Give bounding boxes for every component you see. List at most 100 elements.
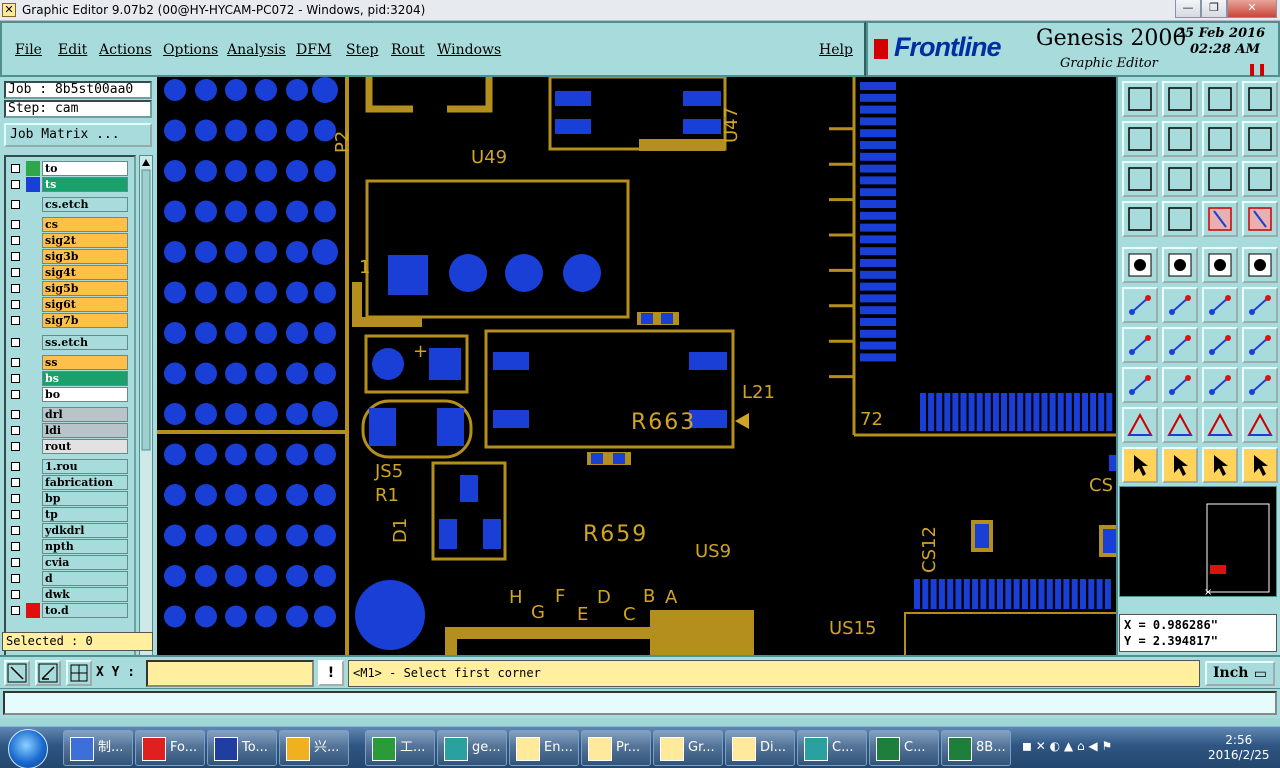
measure-icon[interactable]	[35, 660, 61, 686]
layer-name[interactable]: cvia	[42, 555, 128, 570]
layer-name[interactable]: to	[42, 161, 128, 176]
layer-color-swatch[interactable]	[26, 459, 40, 474]
layer-row[interactable]: ts	[8, 177, 128, 192]
layer-name[interactable]: drl	[42, 407, 128, 422]
layer-row[interactable]: npth	[8, 539, 128, 554]
fit-icon[interactable]	[1122, 161, 1158, 197]
ruler-icon[interactable]	[1122, 201, 1158, 237]
taskbar-item[interactable]: To...	[207, 730, 277, 766]
layer-row[interactable]: dwk	[8, 587, 128, 602]
layer-row[interactable]: sig4t	[8, 265, 128, 280]
layer-name[interactable]: ss.etch	[42, 335, 128, 350]
clock[interactable]: 2:56 2016/2/25	[1208, 733, 1270, 763]
pad-icon[interactable]	[1242, 247, 1278, 283]
layer-color-swatch[interactable]	[26, 523, 40, 538]
line-icon[interactable]	[1122, 327, 1158, 363]
menu-file[interactable]: File	[15, 42, 42, 58]
job-matrix-button[interactable]: Job Matrix ...	[4, 123, 152, 147]
pan-right-icon[interactable]	[1162, 121, 1198, 157]
layer-name[interactable]: bo	[42, 387, 128, 402]
layer-row[interactable]: ss	[8, 355, 128, 370]
taskbar-item[interactable]: 制...	[63, 730, 133, 766]
layer-name[interactable]: tp	[42, 507, 128, 522]
layer-color-swatch[interactable]	[26, 587, 40, 602]
layer-color-swatch[interactable]	[26, 507, 40, 522]
connect-icon[interactable]	[1122, 287, 1158, 323]
layer-color-swatch[interactable]	[26, 297, 40, 312]
layer-name[interactable]: sig5b	[42, 281, 128, 296]
layer-checkbox[interactable]	[8, 335, 23, 350]
layer-color-swatch[interactable]	[26, 407, 40, 422]
snap-grid-icon[interactable]	[1162, 201, 1198, 237]
layer-color-swatch[interactable]	[26, 161, 40, 176]
area-select-icon[interactable]	[1162, 247, 1198, 283]
single-select-icon[interactable]	[1122, 247, 1158, 283]
pointer-icon[interactable]	[1122, 447, 1158, 483]
layer-name[interactable]: sig3b	[42, 249, 128, 264]
window-icon[interactable]	[1242, 81, 1278, 117]
layer-row[interactable]: sig6t	[8, 297, 128, 312]
layer-checkbox[interactable]	[8, 587, 23, 602]
layer-row[interactable]: d	[8, 571, 128, 586]
layer-color-swatch[interactable]	[26, 387, 40, 402]
menu-dfm[interactable]: DFM	[296, 42, 331, 58]
layer-color-swatch[interactable]	[26, 571, 40, 586]
layer-row[interactable]: sig3b	[8, 249, 128, 264]
layer-name[interactable]: rout	[42, 439, 128, 454]
layer-checkbox[interactable]	[8, 355, 23, 370]
layer-checkbox[interactable]	[8, 423, 23, 438]
layer-name[interactable]: sig2t	[42, 233, 128, 248]
layer-checkbox[interactable]	[8, 249, 23, 264]
layer-checkbox[interactable]	[8, 371, 23, 386]
layer-color-swatch[interactable]	[26, 555, 40, 570]
copy-icon[interactable]	[1122, 367, 1158, 403]
triangle2-icon[interactable]	[1162, 407, 1198, 443]
triangle-icon[interactable]	[1122, 407, 1158, 443]
layer-row[interactable]: to.d	[8, 603, 128, 618]
layer-checkbox[interactable]	[8, 571, 23, 586]
layer-name[interactable]: bp	[42, 491, 128, 506]
layer-checkbox[interactable]	[8, 281, 23, 296]
redraw-icon[interactable]	[1242, 121, 1278, 157]
taskbar-item[interactable]: ge...	[437, 730, 507, 766]
layer-color-swatch[interactable]	[26, 423, 40, 438]
tray-icons[interactable]: ◼ ✕ ◐ ▲ ⌂ ◀ ⚑	[1022, 739, 1112, 753]
taskbar-item[interactable]: 工...	[365, 730, 435, 766]
layer-color-swatch[interactable]	[26, 217, 40, 232]
cross-icon[interactable]	[1162, 287, 1198, 323]
taskbar-item[interactable]: C...	[797, 730, 867, 766]
layer-name[interactable]: to.d	[42, 603, 128, 618]
help-icon[interactable]	[1242, 161, 1278, 197]
layer-name[interactable]: d	[42, 571, 128, 586]
taskbar-item[interactable]: 8B...	[941, 730, 1011, 766]
layer-display-icon[interactable]	[1202, 201, 1238, 237]
menu-edit[interactable]: Edit	[58, 42, 87, 58]
layer-checkbox[interactable]	[8, 233, 23, 248]
layer-color-swatch[interactable]	[26, 281, 40, 296]
layer-color-swatch[interactable]	[26, 355, 40, 370]
home-down-icon[interactable]	[1162, 81, 1198, 117]
layer-row[interactable]: drl	[8, 407, 128, 422]
taskbar-item[interactable]: En...	[509, 730, 579, 766]
layer-checkbox[interactable]	[8, 265, 23, 280]
ruler-measure-icon[interactable]	[1202, 247, 1238, 283]
layer-row[interactable]: sig2t	[8, 233, 128, 248]
layer-checkbox[interactable]	[8, 507, 23, 522]
menu-step[interactable]: Step	[346, 42, 378, 58]
layer-row[interactable]: cs	[8, 217, 128, 232]
layer-checkbox[interactable]	[8, 407, 23, 422]
layer-row[interactable]: ss.etch	[8, 335, 128, 350]
layer-checkbox[interactable]	[8, 539, 23, 554]
layer-name[interactable]: dwk	[42, 587, 128, 602]
triangle4-icon[interactable]	[1242, 407, 1278, 443]
layer-row[interactable]: ldi	[8, 423, 128, 438]
layer-row[interactable]: bs	[8, 371, 128, 386]
layer-checkbox[interactable]	[8, 491, 23, 506]
home-icon[interactable]	[1202, 81, 1238, 117]
layer-name[interactable]: cs.etch	[42, 197, 128, 212]
diagonal-icon[interactable]	[1162, 327, 1198, 363]
layer-name[interactable]: sig6t	[42, 297, 128, 312]
feature-icon[interactable]	[1242, 327, 1278, 363]
layer-row[interactable]: sig7b	[8, 313, 128, 328]
taskbar-item[interactable]: Di...	[725, 730, 795, 766]
